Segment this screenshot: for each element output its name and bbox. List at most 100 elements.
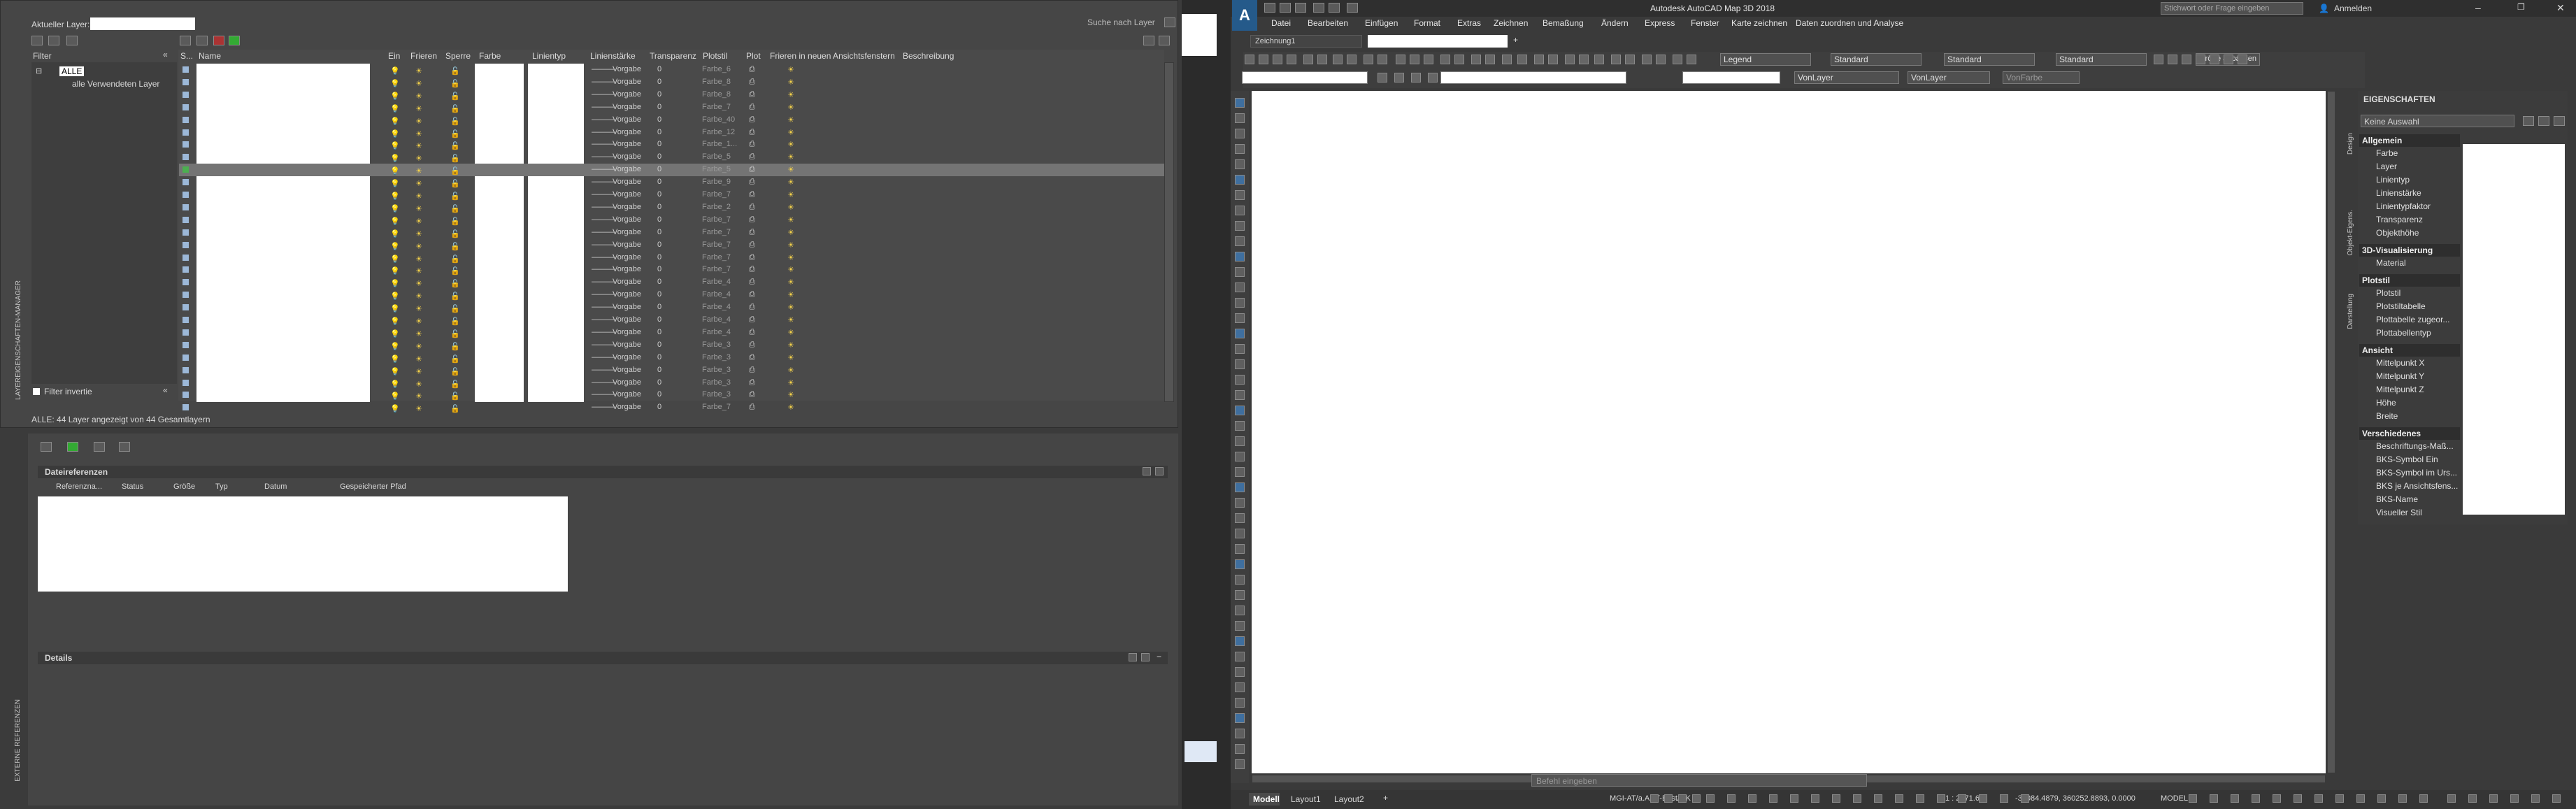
vp-freeze-icon[interactable]: ☀: [787, 241, 794, 250]
xref-col-size[interactable]: Größe: [173, 482, 195, 491]
properties-section[interactable]: Plotstil: [2359, 274, 2460, 287]
toolbar-button-icon[interactable]: [1565, 55, 1575, 64]
plot-icon[interactable]: ⎙: [749, 190, 755, 199]
plot-icon[interactable]: ⎙: [749, 390, 755, 399]
toolbar-button-icon[interactable]: [1396, 55, 1405, 64]
col-name[interactable]: Name: [199, 51, 221, 62]
lineweight-swatch[interactable]: ———: [592, 341, 615, 349]
lineweight-swatch[interactable]: ———: [592, 378, 615, 387]
plot-icon[interactable]: ⎙: [749, 152, 755, 162]
vp-freeze-icon[interactable]: ☀: [787, 65, 794, 74]
col-color[interactable]: Farbe: [479, 51, 501, 62]
toolbar-button-icon[interactable]: [1502, 55, 1512, 64]
layer-tool-icon[interactable]: [1378, 73, 1387, 83]
lineweight-swatch[interactable]: ———: [592, 278, 615, 286]
status-toggle-icon[interactable]: [2210, 794, 2218, 803]
close-button[interactable]: ✕: [2556, 2, 2565, 14]
tree-expand-icon[interactable]: ⊟: [36, 66, 42, 76]
command-line[interactable]: Befehl eingeben: [1531, 774, 1867, 787]
tab-model[interactable]: Modell: [1249, 793, 1280, 806]
delete-layer-icon[interactable]: [213, 36, 224, 45]
collapse-icon[interactable]: «: [163, 50, 168, 59]
dim-style-combo[interactable]: Standard: [1944, 53, 2035, 66]
vp-freeze-icon[interactable]: ☀: [787, 253, 794, 262]
plot-icon[interactable]: ⎙: [749, 328, 755, 337]
toolbar-button-icon[interactable]: [1673, 55, 1682, 64]
collapse-details-icon[interactable]: −: [1157, 652, 1161, 661]
app-menu-button[interactable]: A: [1232, 0, 1257, 31]
lineweight-swatch[interactable]: ———: [592, 65, 615, 73]
col-plotstyle[interactable]: Plotstil: [703, 51, 727, 62]
draw-tool-icon[interactable]: [1235, 544, 1245, 554]
text-style-combo[interactable]: Standard: [1831, 53, 1922, 66]
col-freeze[interactable]: Frieren: [410, 51, 437, 62]
status-toggle-icon[interactable]: [1853, 794, 1861, 803]
draw-tool-icon[interactable]: [1235, 421, 1245, 431]
draw-tool-icon[interactable]: [1235, 713, 1245, 723]
status-toggle-icon[interactable]: [2419, 794, 2428, 803]
plot-icon[interactable]: ⎙: [749, 366, 755, 375]
toolbar-button-icon[interactable]: [1579, 55, 1589, 64]
settings-icon[interactable]: [1159, 36, 1170, 45]
status-toggle-icon[interactable]: [2189, 794, 2197, 803]
lineweight-swatch[interactable]: ———: [592, 140, 615, 148]
xref-list[interactable]: [38, 496, 568, 592]
vp-freeze-icon[interactable]: ☀: [787, 290, 794, 299]
plot-icon[interactable]: ⎙: [749, 215, 755, 224]
status-toggle-icon[interactable]: [2552, 794, 2561, 803]
lineweight-swatch[interactable]: ———: [592, 353, 615, 361]
draw-tool-icon[interactable]: [1235, 236, 1245, 246]
vp-freeze-icon[interactable]: ☀: [787, 390, 794, 399]
toolbar-button-icon[interactable]: [1625, 55, 1635, 64]
lineweight-swatch[interactable]: ———: [592, 390, 615, 399]
select-objects-icon[interactable]: [2538, 116, 2549, 126]
col-status[interactable]: S...: [180, 51, 193, 62]
draw-tool-icon[interactable]: [1235, 113, 1245, 123]
status-toggle-icon[interactable]: [1748, 794, 1756, 803]
draw-tool-icon[interactable]: [1235, 682, 1245, 692]
vp-freeze-icon[interactable]: ☀: [787, 215, 794, 224]
toolbar-button-icon[interactable]: [1303, 55, 1313, 64]
draw-tool-icon[interactable]: [1235, 513, 1245, 523]
status-toggle-icon[interactable]: [1769, 794, 1777, 803]
layer-tool-icon[interactable]: [1428, 73, 1438, 83]
layer-tool-icon[interactable]: [1394, 73, 1404, 83]
menu-format[interactable]: Format: [1414, 18, 1440, 28]
toolbar-button-icon[interactable]: [1642, 55, 1652, 64]
doc-tab[interactable]: Zeichnung1: [1250, 35, 1362, 48]
mleader-style-combo[interactable]: Legend: [1720, 53, 1811, 66]
status-toggle-icon[interactable]: [2000, 794, 2008, 803]
draw-tool-icon[interactable]: [1235, 467, 1245, 477]
maximize-button[interactable]: ❐: [2517, 2, 2525, 12]
vp-freeze-icon[interactable]: ☀: [787, 303, 794, 312]
menu-express[interactable]: Express: [1645, 18, 1675, 28]
toolbar-button-icon[interactable]: [2154, 55, 2163, 64]
lineweight-swatch[interactable]: ———: [592, 178, 615, 186]
set-current-icon[interactable]: [229, 36, 240, 45]
xref-col-saved-path[interactable]: Gespeicherter Pfad: [340, 482, 406, 491]
lineweight-swatch[interactable]: ———: [592, 290, 615, 299]
status-toggle-icon[interactable]: [2356, 794, 2365, 803]
tree-view-icon[interactable]: [1155, 467, 1164, 475]
toolbar-button-icon[interactable]: [2238, 55, 2247, 64]
new-tab-icon[interactable]: +: [1513, 35, 1518, 45]
toolbar-button-icon[interactable]: [1317, 55, 1327, 64]
layer-row[interactable]: 💡 ☀ 🔓 ——— Vorgabe 0 Farbe_40 ⎙ ☀: [179, 114, 1165, 127]
plot-icon[interactable]: ⎙: [749, 315, 755, 324]
toolbar-button-icon[interactable]: [2210, 55, 2219, 64]
draw-tool-icon[interactable]: [1235, 144, 1245, 154]
toolbar-button-icon[interactable]: [1594, 55, 1604, 64]
color-combo[interactable]: [1682, 71, 1780, 84]
lineweight-swatch[interactable]: ———: [592, 265, 615, 273]
layer-states-icon[interactable]: [66, 36, 78, 45]
status-toggle-icon[interactable]: [1811, 794, 1819, 803]
vp-freeze-icon[interactable]: ☀: [787, 152, 794, 162]
lineweight-swatch[interactable]: ———: [592, 115, 615, 124]
canvas-vscroll[interactable]: [2327, 91, 2335, 773]
layer-row[interactable]: 💡 ☀ 🔓 ——— Vorgabe 0 Farbe_3 ⎙ ☀: [179, 352, 1165, 364]
layer-combo[interactable]: [1242, 71, 1368, 84]
draw-tool-icon[interactable]: [1235, 667, 1245, 677]
status-toggle-icon[interactable]: [2510, 794, 2519, 803]
properties-values-column[interactable]: [2463, 144, 2565, 515]
vp-freeze-icon[interactable]: ☀: [787, 366, 794, 375]
